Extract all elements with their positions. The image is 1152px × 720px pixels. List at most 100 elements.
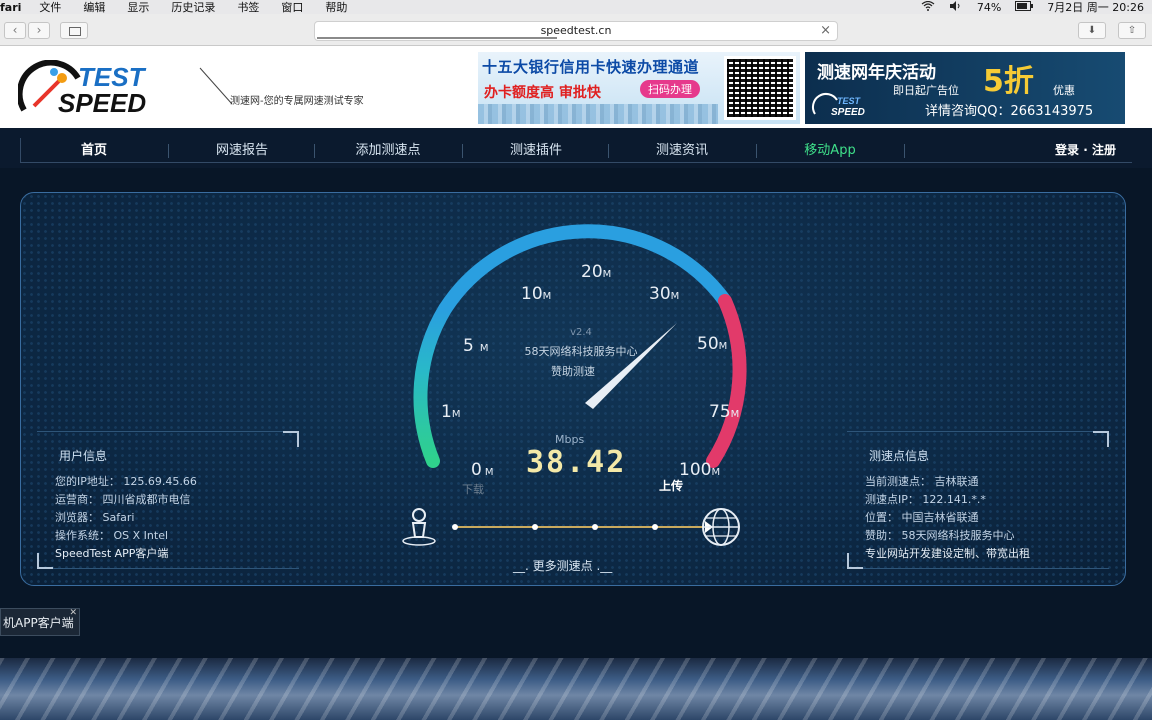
ad1-subtitle: 办卡额度高 审批快: [484, 85, 601, 101]
speedtest-stage: 用户信息 您的IP地址： 125.69.45.66 运营商： 四川省成都市电信 …: [0, 168, 1152, 658]
register-link[interactable]: 注册: [1092, 143, 1116, 157]
menu-file[interactable]: 文件: [39, 0, 61, 15]
user-ip: 您的IP地址： 125.69.45.66: [55, 475, 197, 488]
login-link[interactable]: 登录: [1055, 143, 1079, 157]
server-sponsor: 赞助： 58天网络科技服务中心: [865, 529, 1015, 542]
frame-corner: [847, 553, 863, 569]
browser-toolbar: ‹ › speedtest.cn × ⬇ ⇧: [0, 14, 1152, 46]
menu-app[interactable]: fari: [0, 1, 21, 14]
user-info-box: 用户信息 您的IP地址： 125.69.45.66 运营商： 四川省成都市电信 …: [37, 431, 299, 571]
user-pin-icon: [402, 508, 436, 546]
auth-links: 登录 · 注册: [1055, 141, 1116, 158]
mac-menubar: fari 文件 编辑 显示 历史记录 书签 窗口 帮助 74% 7月2日 周一 …: [0, 0, 1152, 14]
frame-line: [37, 431, 283, 432]
menu-window[interactable]: 窗口: [281, 0, 303, 15]
nav-item-mobile-app[interactable]: 移动App: [756, 139, 904, 158]
ad2-contact: 详情咨询QQ：2663143975: [925, 104, 1094, 119]
nav-item-plugin[interactable]: 测速插件: [462, 139, 610, 158]
tick-label-1: 1M: [441, 402, 460, 422]
nav-item-add-point[interactable]: 添加测速点: [314, 139, 462, 158]
frame-corner: [1093, 431, 1109, 447]
wallpaper-mountains: [0, 658, 1152, 720]
forward-button[interactable]: ›: [28, 22, 50, 39]
frame-corner: [37, 553, 53, 569]
logo-line2: SPEED: [58, 88, 146, 116]
header-divider: [199, 67, 233, 105]
user-info-title: 用户信息: [59, 449, 108, 463]
tick-label-5: 5M: [463, 336, 488, 356]
sidebar-toggle-icon[interactable]: [60, 22, 88, 39]
app-client-float-tab[interactable]: 机APP客户端 ✕: [0, 608, 80, 636]
ad-anniversary-banner[interactable]: 测速网年庆活动 即日起广告位 5折 优惠 详情咨询QQ：2663143975 T…: [805, 52, 1125, 124]
nav-underline: [20, 162, 1132, 163]
nav-separator: [904, 144, 905, 158]
qr-code-icon: [724, 56, 796, 120]
speedtest-app-link[interactable]: SpeedTest APP客户端: [55, 545, 168, 561]
volume-icon[interactable]: [949, 0, 963, 14]
menu-bookmarks[interactable]: 书签: [237, 0, 259, 15]
clock[interactable]: 7月2日 周一 20:26: [1047, 0, 1144, 15]
testspeed-logo[interactable]: TEST SPEED: [18, 60, 198, 116]
server-location: 位置： 中国吉林省联通: [865, 511, 979, 524]
server-service[interactable]: 专业网站开发建设定制、带宽出租: [865, 545, 1030, 561]
ad1-scan-button[interactable]: 扫码办理: [640, 80, 700, 98]
server-ip: 测速点IP： 122.141.*.*: [865, 493, 986, 506]
back-button[interactable]: ‹: [4, 22, 26, 39]
menu-help[interactable]: 帮助: [325, 0, 347, 15]
ad2-discount: 5折: [983, 64, 1034, 99]
menu-view[interactable]: 显示: [127, 0, 149, 15]
wifi-icon[interactable]: [921, 0, 935, 14]
site-slogan: 测速网-您的专属网速测试专家: [230, 96, 364, 107]
user-isp: 运营商： 四川省成都市电信: [55, 493, 191, 506]
gauge-needle: [585, 323, 677, 409]
tick-label-50: 50M: [697, 334, 727, 354]
ad2-logo-line1: TEST: [837, 96, 862, 106]
ad2-title: 测速网年庆活动: [817, 63, 936, 83]
menubar-status: 74% 7月2日 周一 20:26: [921, 0, 1144, 14]
gauge-arc-red: [706, 294, 747, 468]
server-current: 当前测速点： 吉林联通: [865, 475, 979, 488]
user-browser: 浏览器： Safari: [55, 511, 135, 524]
tick-label-30: 30M: [649, 284, 679, 304]
upload-label: 上传: [659, 479, 684, 493]
speedtest-panel: 用户信息 您的IP地址： 125.69.45.66 运营商： 四川省成都市电信 …: [20, 192, 1126, 586]
address-bar[interactable]: speedtest.cn ×: [314, 21, 838, 41]
gauge-version: v2.4: [570, 327, 592, 338]
stop-loading-icon[interactable]: ×: [820, 22, 831, 40]
user-os: 操作系统： OS X Intel: [55, 529, 169, 542]
progress-dot: [452, 524, 458, 530]
frame-corner: [283, 431, 299, 447]
app-client-label: 机APP客户端: [3, 616, 74, 630]
gauge-sponsor-line2: 赞助测速: [551, 364, 595, 378]
nav-item-home[interactable]: 首页: [20, 139, 168, 158]
more-test-points-link[interactable]: __. 更多测速点 .__: [513, 557, 612, 574]
battery-percent: 74%: [976, 0, 1002, 14]
desktop-wallpaper: [0, 658, 1152, 720]
menu-history[interactable]: 历史记录: [171, 0, 215, 15]
tick-label-0: 0M: [471, 460, 493, 480]
server-info-box: 测速点信息 当前测速点： 吉林联通 测速点IP： 122.141.*.* 位置：…: [847, 431, 1109, 571]
download-icon[interactable]: ⬇: [1078, 22, 1106, 39]
frame-line: [53, 568, 299, 569]
tick-label-20: 20M: [581, 262, 611, 282]
gauge-sponsor-line1: 58天网络科技服务中心: [525, 344, 638, 358]
ad1-title: 十五大银行信用卡快速办理通道: [482, 58, 700, 76]
nav-item-report[interactable]: 网速报告: [168, 139, 316, 158]
download-label: 下载: [462, 483, 484, 496]
page-load-progress: [317, 37, 557, 39]
ad2-logo-line2: SPEED: [831, 107, 865, 118]
share-icon[interactable]: ⇧: [1118, 22, 1146, 39]
frame-line: [847, 431, 1093, 432]
speed-value: 38.42: [526, 445, 627, 480]
globe-icon: [702, 508, 740, 546]
close-icon[interactable]: ✕: [69, 599, 77, 627]
screen: fari 文件 编辑 显示 历史记录 书签 窗口 帮助 74% 7月2日 周一 …: [0, 0, 1152, 720]
frame-line: [863, 568, 1109, 569]
ad-credit-card-banner[interactable]: 十五大银行信用卡快速办理通道 办卡额度高 审批快 扫码办理: [478, 52, 800, 124]
menu-edit[interactable]: 编辑: [83, 0, 105, 15]
progress-dot: [532, 524, 538, 530]
battery-icon[interactable]: [1015, 0, 1034, 14]
nav-item-news[interactable]: 测速资讯: [608, 139, 756, 158]
site-header: TEST SPEED 测速网-您的专属网速测试专家 十五大银行信用卡快速办理通道…: [0, 46, 1152, 128]
progress-dot: [652, 524, 658, 530]
